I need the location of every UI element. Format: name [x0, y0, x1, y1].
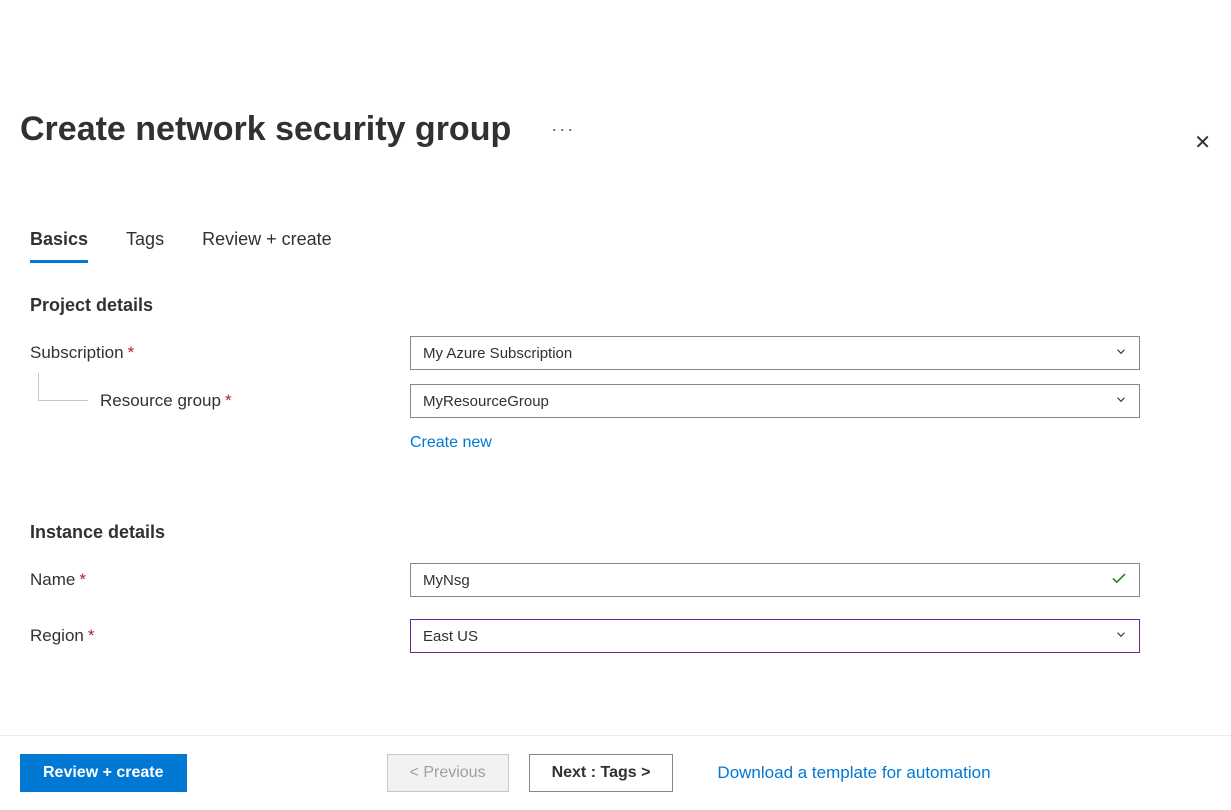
check-icon — [1110, 570, 1128, 591]
review-create-button[interactable]: Review + create — [20, 754, 187, 792]
page-title: Create network security group — [20, 110, 511, 149]
tab-tags[interactable]: Tags — [126, 229, 164, 263]
more-icon[interactable]: ··· — [551, 119, 575, 140]
tab-review[interactable]: Review + create — [202, 229, 332, 263]
region-label: Region* — [30, 626, 410, 646]
section-project-details: Project details — [30, 295, 1211, 316]
next-button[interactable]: Next : Tags > — [529, 754, 674, 792]
hierarchy-connector-icon — [38, 373, 88, 401]
section-instance-details: Instance details — [30, 522, 1211, 543]
create-new-link[interactable]: Create new — [410, 434, 492, 452]
previous-button: < Previous — [387, 754, 509, 792]
region-select[interactable]: East US — [410, 619, 1140, 653]
name-input[interactable]: MyNsg — [410, 563, 1140, 597]
subscription-select[interactable]: My Azure Subscription — [410, 336, 1140, 370]
tab-basics[interactable]: Basics — [30, 229, 88, 263]
close-icon[interactable]: ✕ — [1194, 130, 1211, 155]
resource-group-select[interactable]: MyResourceGroup — [410, 384, 1140, 418]
tab-list: Basics Tags Review + create — [30, 229, 1211, 263]
subscription-label: Subscription* — [30, 343, 410, 363]
resource-group-label: Resource group* — [30, 391, 410, 411]
download-template-link[interactable]: Download a template for automation — [717, 763, 990, 783]
footer: Review + create < Previous Next : Tags >… — [0, 735, 1231, 810]
name-label: Name* — [30, 570, 410, 590]
